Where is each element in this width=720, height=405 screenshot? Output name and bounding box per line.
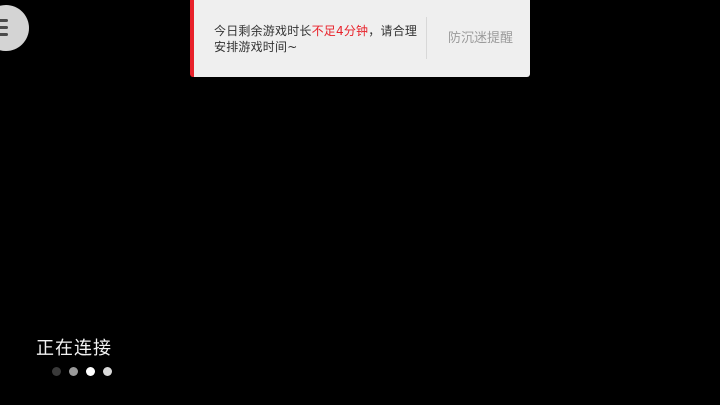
loading-dot (69, 367, 78, 376)
toast-message-text: 今日剩余游戏时长 (214, 24, 312, 38)
connecting-status: 正在连接 (36, 338, 112, 359)
toast-message: 今日剩余游戏时长不足4分钟，请合理安排游戏时间~ (214, 23, 419, 55)
loading-dot (52, 367, 61, 376)
loading-indicator (52, 367, 112, 376)
floating-menu-button[interactable] (0, 5, 29, 51)
toast-remaining-time: 不足4分钟 (311, 24, 369, 38)
loading-dot (103, 367, 112, 376)
game-screen: 今日剩余游戏时长不足4分钟，请合理安排游戏时间~ 防沉迷提醒 正在连接 (0, 0, 720, 405)
menu-icon (0, 19, 8, 37)
anti-addiction-reminder-button[interactable]: 防沉迷提醒 (427, 0, 534, 77)
anti-addiction-toast: 今日剩余游戏时长不足4分钟，请合理安排游戏时间~ 防沉迷提醒 (190, 0, 530, 77)
loading-dot (86, 367, 95, 376)
